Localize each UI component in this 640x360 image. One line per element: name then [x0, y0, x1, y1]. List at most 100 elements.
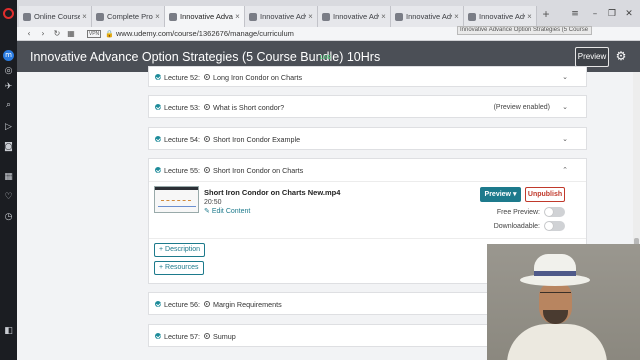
add-resources-button[interactable]: + Resources — [154, 261, 204, 275]
close-tab-icon[interactable]: × — [452, 12, 461, 21]
lecture-header: Lecture 57: Sumup — [155, 325, 236, 347]
published-check-icon — [155, 333, 161, 339]
favicon-icon — [96, 12, 104, 21]
video-icon — [203, 136, 210, 142]
description-label: Description — [165, 246, 201, 253]
video-icon — [203, 167, 210, 173]
search-icon[interactable]: ⌕ — [3, 100, 14, 111]
webcam-overlay — [487, 244, 640, 360]
lecture-row[interactable]: Lecture 52: Long Iron Condor on Charts ⌄ — [148, 66, 587, 87]
close-tab-icon[interactable]: × — [525, 12, 534, 21]
vpn-badge[interactable]: VPN — [87, 30, 101, 38]
gear-icon[interactable]: ⚙ — [614, 49, 628, 63]
close-window-icon[interactable]: ✕ — [623, 8, 635, 20]
forward-icon[interactable]: › — [37, 28, 49, 40]
minimize-icon[interactable]: – — [589, 8, 601, 20]
downloadable-toggle[interactable] — [544, 221, 565, 231]
new-tab-button[interactable]: + — [540, 7, 552, 21]
lecture-row[interactable]: Lecture 53: What is Short condor? (Previ… — [148, 95, 587, 118]
downloadable-label: Downloadable: — [493, 223, 540, 230]
edit-content-link[interactable]: ✎ Edit Content — [204, 207, 250, 216]
webcam-person-glasses — [540, 292, 571, 298]
back-icon[interactable]: ‹ — [23, 28, 35, 40]
chevron-down-icon[interactable]: ⌄ — [560, 102, 570, 112]
speed-dial-icon[interactable]: ▦ — [3, 172, 14, 183]
lecture-number: Lecture 52: — [164, 72, 200, 82]
lecture-header: Lecture 52: Long Iron Condor on Charts — [155, 66, 302, 88]
video-icon — [203, 301, 210, 307]
browser-tab[interactable]: Online Courses - Ar × — [19, 6, 92, 27]
home-icon[interactable]: ▦ — [65, 28, 77, 40]
messenger-icon[interactable]: m — [3, 50, 14, 61]
lecture-title: Margin Requirements — [212, 299, 282, 309]
tab-label: Complete Pro & Ad — [107, 12, 153, 21]
lecture-header: Lecture 56: Margin Requirements — [155, 293, 282, 315]
lecture-title: Short Iron Condor Example — [212, 134, 301, 144]
resources-label: Resources — [165, 264, 199, 271]
close-tab-icon[interactable]: × — [306, 12, 315, 21]
tab-label: Innovative Advanc — [333, 12, 379, 21]
favicon-icon — [322, 12, 330, 21]
flow-icon[interactable]: ▷ — [3, 122, 14, 133]
camera-icon[interactable]: ◙ — [3, 142, 14, 153]
url-field[interactable]: www.udemy.com/course/1362676/manage/curr… — [116, 29, 294, 39]
lecture-number: Lecture 57: — [164, 331, 200, 341]
live-badge: LIVE — [320, 55, 332, 61]
sidebar-toggle-icon[interactable]: ◧ — [3, 326, 14, 337]
preview-dropdown-label: Preview — [484, 191, 511, 198]
published-check-icon — [155, 167, 161, 173]
reload-icon[interactable]: ↻ — [51, 28, 63, 40]
browser-tab[interactable]: Innovative Advanc × — [464, 6, 537, 27]
telegram-icon[interactable]: ✈ — [3, 82, 14, 93]
preview-dropdown-button[interactable]: Preview ▾ — [480, 187, 521, 202]
preview-enabled-label: (Preview enabled) — [493, 104, 550, 111]
browser-tab[interactable]: Innovative Advanc × — [245, 6, 318, 27]
close-tab-icon[interactable]: × — [379, 12, 388, 21]
free-preview-label: Free Preview: — [496, 209, 540, 216]
divider — [149, 181, 586, 182]
published-check-icon — [155, 104, 161, 110]
published-check-icon — [155, 136, 161, 142]
tab-menu-icon[interactable]: ≡ — [569, 8, 581, 20]
free-preview-toggle[interactable] — [544, 207, 565, 217]
chevron-up-icon[interactable]: ⌃ — [560, 165, 570, 175]
webcam-hat-crown — [534, 254, 576, 280]
browser-tab[interactable]: Innovative Advanc × — [318, 6, 391, 27]
close-tab-icon[interactable]: × — [153, 12, 162, 21]
lecture-title: Sumup — [212, 331, 236, 341]
lecture-header[interactable]: Lecture 55: Short Iron Condor on Charts — [155, 159, 303, 181]
edit-content-label: Edit Content — [211, 208, 251, 215]
video-thumbnail[interactable] — [154, 186, 199, 213]
heart-icon[interactable]: ♡ — [3, 192, 14, 203]
preview-button[interactable]: Preview — [575, 47, 609, 67]
tab-label: Innovative Advanc — [260, 12, 306, 21]
browser-tab[interactable]: Complete Pro & Ad × — [92, 6, 165, 27]
thumbnail-chart-line-2 — [161, 200, 191, 206]
close-tab-icon[interactable]: × — [80, 12, 89, 21]
lecture-header: Lecture 54: Short Iron Condor Example — [155, 128, 300, 150]
browser-tab[interactable]: Innovative Advanc × — [391, 6, 464, 27]
thumbnail-toolbar — [155, 187, 198, 190]
whatsapp-icon[interactable]: ◎ — [3, 66, 14, 77]
screen: m ◎ ✈ ⌕ ▷ ◙ ▦ ♡ ◷ ◧ Online Courses - Ar … — [0, 0, 640, 360]
chevron-down-icon[interactable]: ⌄ — [560, 134, 570, 144]
maximize-icon[interactable]: ❐ — [606, 8, 618, 20]
unpublish-button[interactable]: Unpublish — [525, 187, 565, 202]
favicon-icon — [23, 12, 31, 21]
lecture-title: Short Iron Condor on Charts — [212, 165, 304, 175]
published-check-icon — [155, 301, 161, 307]
add-description-button[interactable]: + Description — [154, 243, 206, 257]
favicon-icon — [249, 12, 257, 21]
published-check-icon — [155, 74, 161, 80]
lecture-header: Lecture 53: What is Short condor? — [155, 96, 284, 118]
tab-bar: Online Courses - Ar × Complete Pro & Ad … — [17, 0, 640, 27]
video-icon — [203, 74, 210, 80]
browser-tab-active[interactable]: Innovative Advanc × — [165, 6, 245, 27]
history-icon[interactable]: ◷ — [3, 212, 14, 223]
close-tab-icon[interactable]: × — [233, 12, 242, 21]
chevron-down-icon[interactable]: ⌄ — [560, 72, 570, 82]
opera-logo-icon[interactable] — [3, 8, 14, 19]
divider — [149, 238, 586, 239]
lecture-number: Lecture 54: — [164, 134, 200, 144]
lecture-row[interactable]: Lecture 54: Short Iron Condor Example ⌄ — [148, 127, 587, 150]
